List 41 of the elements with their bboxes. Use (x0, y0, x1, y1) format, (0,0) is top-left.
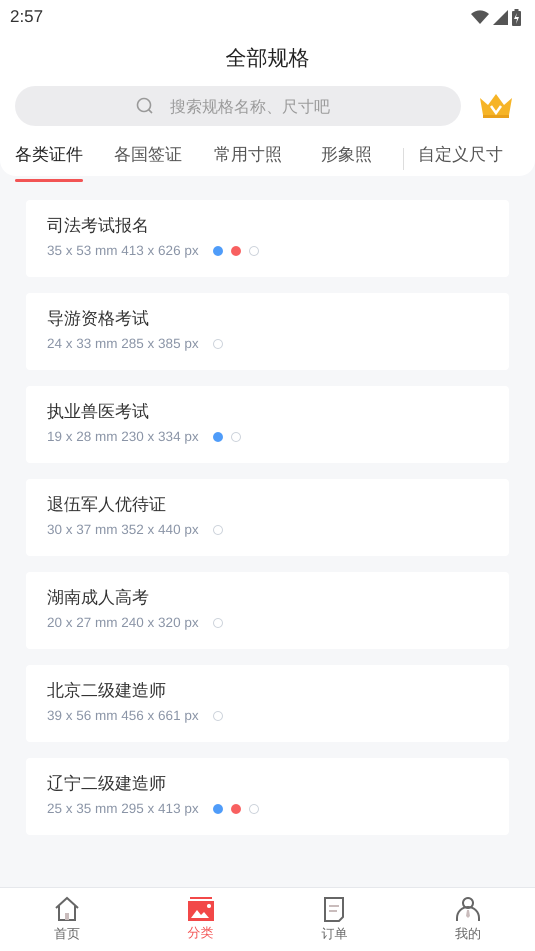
spec-name: 司法考试报名 (47, 215, 150, 237)
spec-card[interactable]: 湖南成人高考 20 x 27 mm 240 x 320 px (26, 572, 509, 649)
category-tab[interactable]: 各国签证 (114, 142, 182, 182)
spec-size: 25 x 35 mm 295 x 413 px (47, 801, 199, 816)
spec-card[interactable]: 退伍军人优待证 30 x 37 mm 352 x 440 px (26, 479, 509, 556)
spec-card[interactable]: 导游资格考试 24 x 33 mm 285 x 385 px (26, 293, 509, 370)
spec-card[interactable]: 北京二级建造师 39 x 56 mm 456 x 661 px (26, 665, 509, 742)
spec-name: 执业兽医考试 (47, 401, 150, 423)
nav-tab[interactable]: 首页 (0, 888, 134, 951)
spec-size: 19 x 28 mm 230 x 334 px (47, 429, 199, 444)
search-icon (136, 97, 154, 115)
person-icon (455, 896, 482, 922)
category-tab[interactable]: 常用寸照 (214, 142, 282, 182)
spec-card[interactable]: 司法考试报名 35 x 53 mm 413 x 626 px (26, 200, 509, 277)
spec-name: 湖南成人高考 (47, 587, 150, 609)
page-title: 全部规格 (224, 45, 310, 72)
spec-size: 30 x 37 mm 352 x 440 px (47, 522, 199, 537)
spec-size: 39 x 56 mm 456 x 661 px (47, 708, 199, 723)
search-field[interactable]: 搜索规格名称、尺寸吧 (15, 86, 461, 126)
home-icon (54, 896, 80, 922)
category-tab[interactable]: 各类证件 (15, 142, 83, 182)
picture-icon (186, 897, 215, 921)
spec-card[interactable]: 辽宁二级建造师 25 x 35 mm 295 x 413 px (26, 758, 509, 835)
battery-icon (512, 8, 521, 26)
crown-icon[interactable] (479, 93, 513, 119)
spec-name: 辽宁二级建造师 (47, 773, 167, 795)
spec-name: 北京二级建造师 (47, 680, 167, 702)
nav-tab[interactable]: 我的 (401, 888, 535, 951)
status-time: 2:57 (10, 7, 44, 27)
spec-size: 24 x 33 mm 285 x 385 px (47, 336, 199, 351)
signal-icon (493, 10, 508, 24)
category-tab[interactable]: 形象照 (321, 142, 372, 182)
spec-name: 导游资格考试 (47, 308, 150, 330)
category-tab[interactable]: 自定义尺寸 (418, 142, 503, 182)
wifi-icon (471, 10, 489, 24)
spec-size: 35 x 53 mm 413 x 626 px (47, 243, 199, 258)
spec-size: 20 x 27 mm 240 x 320 px (47, 615, 199, 630)
spec-card[interactable]: 执业兽医考试 19 x 28 mm 230 x 334 px (26, 386, 509, 463)
spec-name: 退伍军人优待证 (47, 494, 167, 516)
document-icon (323, 896, 346, 922)
nav-tab[interactable]: 订单 (268, 888, 402, 951)
